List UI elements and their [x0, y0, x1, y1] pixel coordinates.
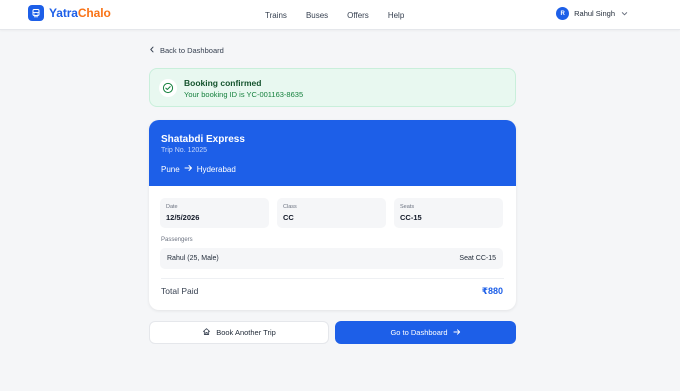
alert-title: Booking confirmed: [184, 78, 262, 88]
go-to-dashboard-button[interactable]: Go to Dashboard: [335, 321, 516, 344]
seats-label: Seats: [400, 204, 415, 210]
arrow-right-icon: [453, 328, 461, 338]
brand-logo[interactable]: YatraChalo: [28, 5, 111, 21]
passengers-label: Passengers: [161, 237, 193, 243]
seats-info-box: Seats CC-15: [394, 198, 503, 228]
total-paid-value: ₹880: [481, 286, 503, 296]
passenger-seat: Seat CC-15: [459, 255, 496, 262]
booking-confirmed-alert: Booking confirmed Your booking ID is YC-…: [149, 68, 516, 107]
avatar: R: [556, 7, 570, 20]
nav-offers[interactable]: Offers: [347, 11, 369, 20]
chevron-left-icon: [149, 46, 155, 55]
route-from: Pune: [161, 164, 180, 174]
home-icon: [202, 327, 211, 338]
user-menu[interactable]: R Rahul Singh: [556, 7, 628, 20]
book-another-trip-button[interactable]: Book Another Trip: [149, 321, 329, 344]
back-to-dashboard-link[interactable]: Back to Dashboard: [149, 46, 224, 55]
date-value: 12/5/2026: [166, 213, 200, 222]
logo-icon: [28, 5, 44, 21]
ticket-header: Shatabdi Express Trip No. 12025 Pune Hyd…: [149, 120, 516, 186]
chevron-down-icon: [620, 10, 628, 18]
back-link-label: Back to Dashboard: [160, 46, 224, 55]
brand-name-part1: Yatra: [49, 6, 78, 20]
class-label: Class: [283, 204, 297, 210]
check-circle-icon: [159, 79, 177, 97]
main-nav: Trains Buses Offers Help: [265, 0, 423, 30]
class-info-box: Class CC: [277, 198, 386, 228]
booking-id-message: Your booking ID is YC-001163-8635: [184, 90, 304, 99]
divider: [161, 278, 504, 279]
ticket-card: Shatabdi Express Trip No. 12025 Pune Hyd…: [149, 120, 516, 310]
trip-number: Trip No. 12025: [161, 147, 208, 154]
user-name: Rahul Singh: [574, 9, 615, 18]
passenger-name: Rahul (25, Male): [167, 255, 219, 262]
seats-value: CC-15: [400, 213, 422, 222]
train-name: Shatabdi Express: [161, 134, 245, 145]
route-to: Hyderabad: [196, 164, 236, 174]
class-value: CC: [283, 213, 294, 222]
route: Pune Hyderabad: [161, 164, 236, 174]
passenger-row: Rahul (25, Male) Seat CC-15: [160, 248, 503, 269]
nav-buses[interactable]: Buses: [306, 11, 328, 20]
nav-trains[interactable]: Trains: [265, 11, 287, 20]
arrow-right-icon: [184, 164, 193, 174]
date-label: Date: [166, 204, 178, 210]
nav-help[interactable]: Help: [388, 11, 404, 20]
top-navigation-bar: YatraChalo Trains Buses Offers Help R Ra…: [0, 0, 680, 30]
total-paid-label: Total Paid: [161, 286, 199, 296]
brand-name-part2: Chalo: [77, 6, 111, 20]
date-info-box: Date 12/5/2026: [160, 198, 269, 228]
book-another-trip-label: Book Another Trip: [216, 328, 276, 337]
go-to-dashboard-label: Go to Dashboard: [390, 328, 448, 337]
brand-name: YatraChalo: [49, 6, 111, 20]
